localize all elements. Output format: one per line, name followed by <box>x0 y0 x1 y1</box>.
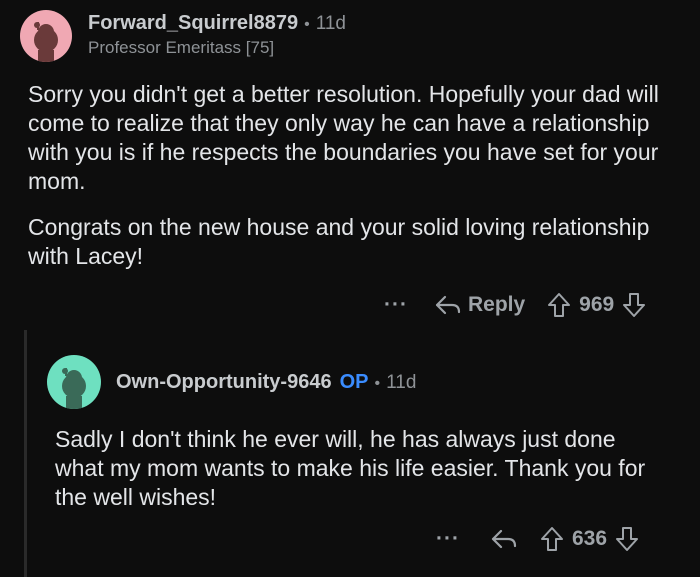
vote-count: 636 <box>571 527 608 550</box>
reply-arrow-icon <box>491 529 517 549</box>
username[interactable]: Forward_Squirrel8879 <box>88 12 298 34</box>
comment-actions: ··· 636 <box>436 524 639 554</box>
upvote-arrow-icon <box>540 527 563 551</box>
upvote-arrow-icon <box>548 293 571 317</box>
comment-paragraph: Congrats on the new house and your solid… <box>28 214 650 269</box>
snoo-avatar-icon <box>62 368 86 409</box>
snoo-avatar-icon <box>34 22 58 62</box>
more-options-button[interactable]: ··· <box>436 527 460 551</box>
downvote-button[interactable] <box>622 292 646 318</box>
separator-dot: • <box>304 16 310 33</box>
comment-paragraph: Sadly I don't think he ever will, he has… <box>55 426 646 510</box>
comment-header: Forward_Squirrel8879 • 11d <box>88 12 346 35</box>
thread-line <box>24 330 27 577</box>
reply-button[interactable]: Reply <box>434 293 525 317</box>
avatar[interactable] <box>47 355 101 409</box>
upvote-button[interactable] <box>547 292 571 318</box>
reply-label: Reply <box>467 293 526 316</box>
separator-dot: • <box>374 375 381 392</box>
comment-body: Sadly I don't think he ever will, he has… <box>55 425 665 512</box>
user-flair: Professor Emeritass [75] <box>88 38 275 57</box>
timestamp: 11d <box>386 372 417 393</box>
downvote-arrow-icon <box>623 293 646 317</box>
comment-body: Sorry you didn't get a better resolution… <box>28 80 678 271</box>
downvote-arrow-icon <box>616 527 639 551</box>
comment-actions: ··· Reply 969 <box>384 290 646 320</box>
username[interactable]: Own-Opportunity-9646 <box>116 371 332 393</box>
vote-count: 969 <box>579 293 615 316</box>
reply-button[interactable] <box>490 528 518 550</box>
downvote-button[interactable] <box>615 526 639 552</box>
op-badge: OP <box>339 371 369 393</box>
timestamp: 11d <box>315 13 346 34</box>
comment-header: Own-Opportunity-9646 OP • 11d <box>116 371 416 394</box>
upvote-button[interactable] <box>540 526 564 552</box>
comment-paragraph: Sorry you didn't get a better resolution… <box>28 81 659 194</box>
more-options-button[interactable]: ··· <box>384 293 408 317</box>
reply-arrow-icon <box>435 295 461 315</box>
avatar[interactable] <box>20 10 72 62</box>
